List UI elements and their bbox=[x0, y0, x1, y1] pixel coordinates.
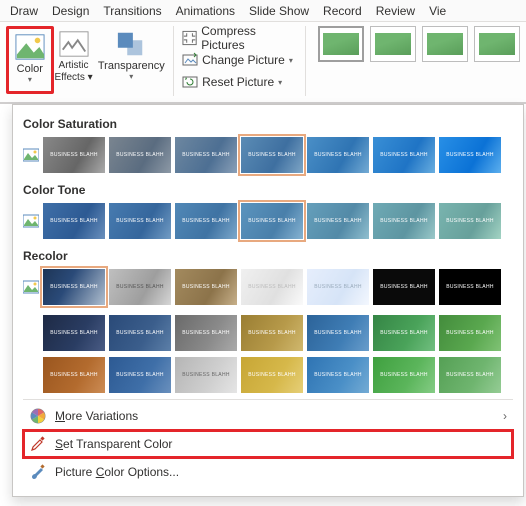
recolor-thumb[interactable]: BUSINESS BLAHH bbox=[307, 357, 369, 393]
artistic-label: ArtisticEffects ▾ bbox=[54, 60, 92, 84]
recolor-thumb[interactable]: BUSINESS BLAHH bbox=[241, 357, 303, 393]
picture-icon bbox=[23, 213, 39, 229]
tab-design[interactable]: Design bbox=[52, 4, 89, 17]
transparency-label: Transparency bbox=[98, 60, 165, 72]
tab-transitions[interactable]: Transitions bbox=[103, 4, 161, 17]
ribbon-tabs: Draw Design Transitions Animations Slide… bbox=[0, 0, 526, 22]
tab-animations[interactable]: Animations bbox=[176, 4, 235, 17]
saturation-thumb-selected[interactable]: BUSINESS BLAHH bbox=[241, 137, 303, 173]
tone-thumb[interactable]: BUSINESS BLAHH bbox=[175, 203, 237, 239]
recolor-thumb-original[interactable]: BUSINESS BLAHH bbox=[43, 269, 105, 305]
reset-label: Reset Picture bbox=[202, 75, 274, 89]
recolor-thumb[interactable]: BUSINESS BLAHH bbox=[109, 315, 171, 351]
recolor-thumb[interactable]: BUSINESS BLAHH bbox=[109, 357, 171, 393]
style-thumb[interactable] bbox=[422, 26, 468, 62]
recolor-row-1: BUSINESS BLAHH BUSINESS BLAHH BUSINESS B… bbox=[23, 269, 513, 305]
picture-styles-gallery[interactable] bbox=[318, 26, 520, 62]
chevron-down-icon: ▾ bbox=[289, 56, 293, 65]
tone-thumb[interactable]: BUSINESS BLAHH bbox=[373, 203, 435, 239]
tab-slide-show[interactable]: Slide Show bbox=[249, 4, 309, 17]
saturation-thumb[interactable]: BUSINESS BLAHH bbox=[109, 137, 171, 173]
reset-icon bbox=[182, 74, 198, 90]
color-wheel-icon bbox=[29, 407, 47, 425]
recolor-thumb[interactable]: BUSINESS BLAHH bbox=[307, 315, 369, 351]
tone-thumb[interactable]: BUSINESS BLAHH bbox=[109, 203, 171, 239]
more-variations-item[interactable]: More Variations › bbox=[23, 402, 513, 430]
tone-thumb-selected[interactable]: BUSINESS BLAHH bbox=[241, 203, 303, 239]
style-thumb[interactable] bbox=[318, 26, 364, 62]
chevron-right-icon: › bbox=[503, 409, 507, 423]
recolor-row-2: BUSINESS BLAHH BUSINESS BLAHH BUSINESS B… bbox=[43, 315, 513, 351]
recolor-thumb[interactable]: BUSINESS BLAHH bbox=[241, 315, 303, 351]
recolor-thumb[interactable]: BUSINESS BLAHH bbox=[439, 315, 501, 351]
compress-icon bbox=[182, 30, 197, 46]
recolor-thumb[interactable]: BUSINESS BLAHH bbox=[307, 269, 369, 305]
picture-color-options-item[interactable]: Picture Color Options... bbox=[23, 458, 513, 486]
change-picture-button[interactable]: Change Picture ▾ bbox=[182, 50, 297, 70]
recolor-thumb[interactable]: BUSINESS BLAHH bbox=[109, 269, 171, 305]
recolor-thumb[interactable]: BUSINESS BLAHH bbox=[373, 269, 435, 305]
tone-row: BUSINESS BLAHH BUSINESS BLAHH BUSINESS B… bbox=[23, 203, 513, 239]
saturation-thumb[interactable]: BUSINESS BLAHH bbox=[439, 137, 501, 173]
color-dropdown: Color Saturation BUSINESS BLAHH BUSINESS… bbox=[12, 104, 524, 497]
color-button[interactable]: Color ▾ bbox=[6, 26, 54, 94]
picture-color-options-label: Picture Color Options... bbox=[55, 465, 179, 479]
saturation-thumb[interactable]: BUSINESS BLAHH bbox=[43, 137, 105, 173]
recolor-thumb[interactable]: BUSINESS BLAHH bbox=[175, 315, 237, 351]
recolor-thumb[interactable]: BUSINESS BLAHH bbox=[439, 269, 501, 305]
transparency-icon bbox=[116, 30, 146, 58]
tone-thumb[interactable]: BUSINESS BLAHH bbox=[43, 203, 105, 239]
change-picture-icon bbox=[182, 52, 198, 68]
recolor-thumb[interactable]: BUSINESS BLAHH bbox=[175, 357, 237, 393]
saturation-row: BUSINESS BLAHH BUSINESS BLAHH BUSINESS B… bbox=[23, 137, 513, 173]
saturation-thumb[interactable]: BUSINESS BLAHH bbox=[175, 137, 237, 173]
picture-icon bbox=[23, 279, 39, 295]
more-variations-label: More Variations bbox=[55, 409, 138, 423]
compress-pictures-button[interactable]: Compress Pictures bbox=[182, 28, 297, 48]
chevron-down-icon: ▾ bbox=[278, 78, 282, 87]
tab-view[interactable]: Vie bbox=[429, 4, 446, 17]
reset-picture-button[interactable]: Reset Picture ▾ bbox=[182, 72, 297, 92]
tab-draw[interactable]: Draw bbox=[10, 4, 38, 17]
tab-record[interactable]: Record bbox=[323, 4, 362, 17]
separator bbox=[23, 399, 513, 400]
picture-icon bbox=[15, 33, 45, 61]
compress-label: Compress Pictures bbox=[201, 24, 297, 52]
picture-icon bbox=[23, 147, 39, 163]
recolor-thumb[interactable]: BUSINESS BLAHH bbox=[175, 269, 237, 305]
saturation-thumb[interactable]: BUSINESS BLAHH bbox=[373, 137, 435, 173]
saturation-label: Color Saturation bbox=[23, 117, 513, 131]
tab-review[interactable]: Review bbox=[376, 4, 415, 17]
recolor-thumb[interactable]: BUSINESS BLAHH bbox=[43, 357, 105, 393]
color-label: Color bbox=[17, 63, 43, 75]
tone-thumb[interactable]: BUSINESS BLAHH bbox=[307, 203, 369, 239]
recolor-label: Recolor bbox=[23, 249, 513, 263]
style-thumb[interactable] bbox=[474, 26, 520, 62]
style-thumb[interactable] bbox=[370, 26, 416, 62]
recolor-thumb[interactable]: BUSINESS BLAHH bbox=[373, 315, 435, 351]
recolor-thumb[interactable]: BUSINESS BLAHH bbox=[373, 357, 435, 393]
set-transparent-label: Set Transparent Color bbox=[55, 437, 172, 451]
ribbon: Color ▾ ArtisticEffects ▾ Transparency ▾… bbox=[0, 22, 526, 104]
separator bbox=[173, 26, 174, 96]
chevron-down-icon: ▾ bbox=[129, 72, 133, 81]
paintbrush-icon bbox=[29, 463, 47, 481]
recolor-thumb[interactable]: BUSINESS BLAHH bbox=[439, 357, 501, 393]
tone-thumb[interactable]: BUSINESS BLAHH bbox=[439, 203, 501, 239]
change-label: Change Picture bbox=[202, 53, 285, 67]
recolor-row-3: BUSINESS BLAHH BUSINESS BLAHH BUSINESS B… bbox=[43, 357, 513, 393]
recolor-thumb[interactable]: BUSINESS BLAHH bbox=[43, 315, 105, 351]
chevron-down-icon: ▾ bbox=[28, 75, 32, 84]
separator bbox=[305, 26, 306, 96]
eyedropper-icon bbox=[29, 435, 47, 453]
transparency-button[interactable]: Transparency ▾ bbox=[93, 26, 169, 94]
tone-label: Color Tone bbox=[23, 183, 513, 197]
saturation-thumb[interactable]: BUSINESS BLAHH bbox=[307, 137, 369, 173]
set-transparent-color-item[interactable]: Set Transparent Color bbox=[23, 430, 513, 458]
artistic-effects-button[interactable]: ArtisticEffects ▾ bbox=[54, 26, 94, 94]
artistic-icon bbox=[59, 30, 89, 58]
adjust-stack: Compress Pictures Change Picture ▾ Reset… bbox=[178, 26, 301, 94]
recolor-thumb[interactable]: BUSINESS BLAHH bbox=[241, 269, 303, 305]
